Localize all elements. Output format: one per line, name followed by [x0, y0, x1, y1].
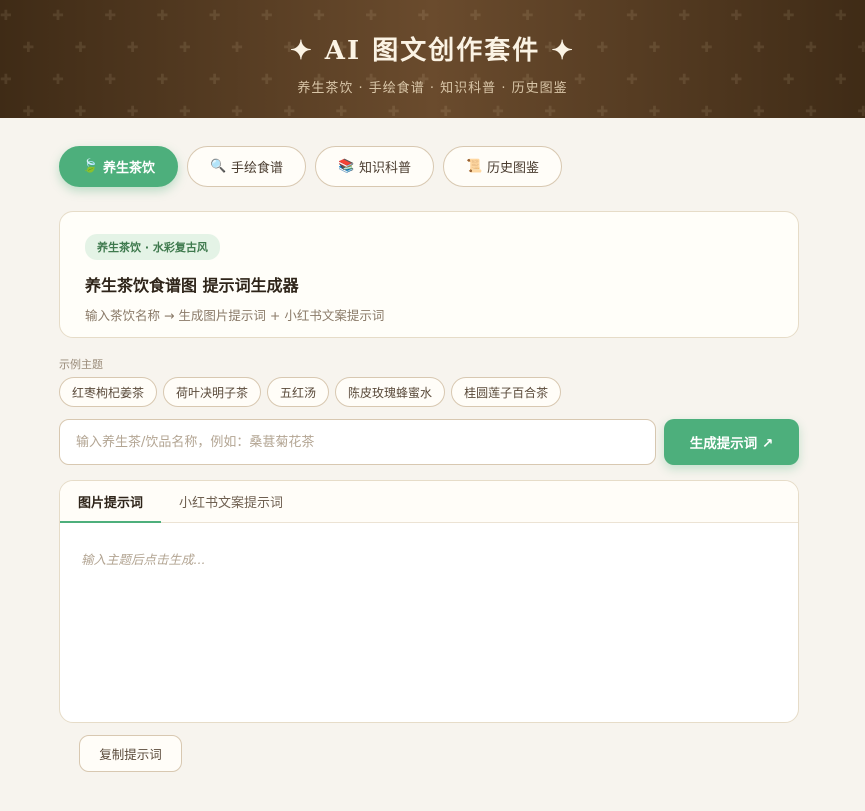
style-badge: 养生茶饮 · 水彩复古风: [85, 234, 220, 260]
generator-description: 输入茶饮名称 → 生成图片提示词 + 小红书文案提示词: [85, 308, 385, 323]
tab-history[interactable]: 📜 历史图鉴: [443, 146, 563, 187]
leaf-icon: 🍃: [82, 159, 99, 174]
tab-hand-drawn-recipe[interactable]: 🔍 手绘食谱: [187, 146, 307, 187]
tab-label: 历史图鉴: [487, 161, 540, 176]
tab-label: 手绘食谱: [231, 161, 284, 176]
example-chip[interactable]: 五红汤: [267, 377, 330, 407]
category-tabs: 🍃 养生茶饮 🔍 手绘食谱 📚 知识科普 📜 历史图鉴: [59, 146, 563, 187]
tab-label: 养生茶饮: [103, 161, 156, 176]
tab-knowledge[interactable]: 📚 知识科普: [315, 146, 435, 187]
generator-title: 养生茶饮食谱图 提示词生成器: [85, 276, 299, 295]
generator-intro-card: 养生茶饮 · 水彩复古风 养生茶饮食谱图 提示词生成器 输入茶饮名称 → 生成图…: [59, 211, 799, 338]
app-subtitle: 养生茶饮 · 手绘食谱 · 知识科普 · 历史图鉴: [297, 81, 568, 96]
tab-health-tea[interactable]: 🍃 养生茶饮: [59, 146, 179, 187]
examples-label: 示例主题: [59, 358, 103, 371]
example-chip[interactable]: 桂圆莲子百合茶: [451, 377, 562, 407]
app-header: ✚ ✚ ✚ ✚ ✚ ✚ ✚ ✚ ✚ ✚ ✚ ✚ ✚ ✚ ✚ ✚ ✚ ✚ ✚ ✚ …: [0, 0, 865, 118]
topic-input[interactable]: [59, 419, 656, 465]
copy-prompt-button[interactable]: 复制提示词: [79, 735, 182, 772]
example-chip[interactable]: 陈皮玫瑰蜂蜜水: [335, 377, 446, 407]
app-title: ✦ AI 图文创作套件 ✦: [289, 36, 576, 66]
example-chips: 红枣枸杞姜茶 荷叶决明子茶 五红汤 陈皮玫瑰蜂蜜水 桂圆莲子百合茶: [59, 377, 562, 407]
magnifier-icon: 🔍: [210, 159, 227, 174]
scroll-icon: 📜: [466, 159, 483, 174]
output-text: 输入主题后点击生成...: [81, 552, 206, 567]
tab-xiaohongshu-prompt[interactable]: 小红书文案提示词: [161, 481, 301, 522]
tab-image-prompt[interactable]: 图片提示词: [60, 481, 162, 523]
output-tabs: 图片提示词 小红书文案提示词: [60, 481, 798, 523]
generate-button[interactable]: 生成提示词 ↗: [664, 419, 799, 465]
topic-input-wrap: [59, 419, 656, 465]
example-chip[interactable]: 荷叶决明子茶: [163, 377, 262, 407]
tab-label: 知识科普: [359, 161, 412, 176]
example-chip[interactable]: 红枣枸杞姜茶: [59, 377, 158, 407]
books-icon: 📚: [338, 159, 355, 174]
output-panel: 图片提示词 小红书文案提示词 输入主题后点击生成...: [59, 480, 799, 723]
